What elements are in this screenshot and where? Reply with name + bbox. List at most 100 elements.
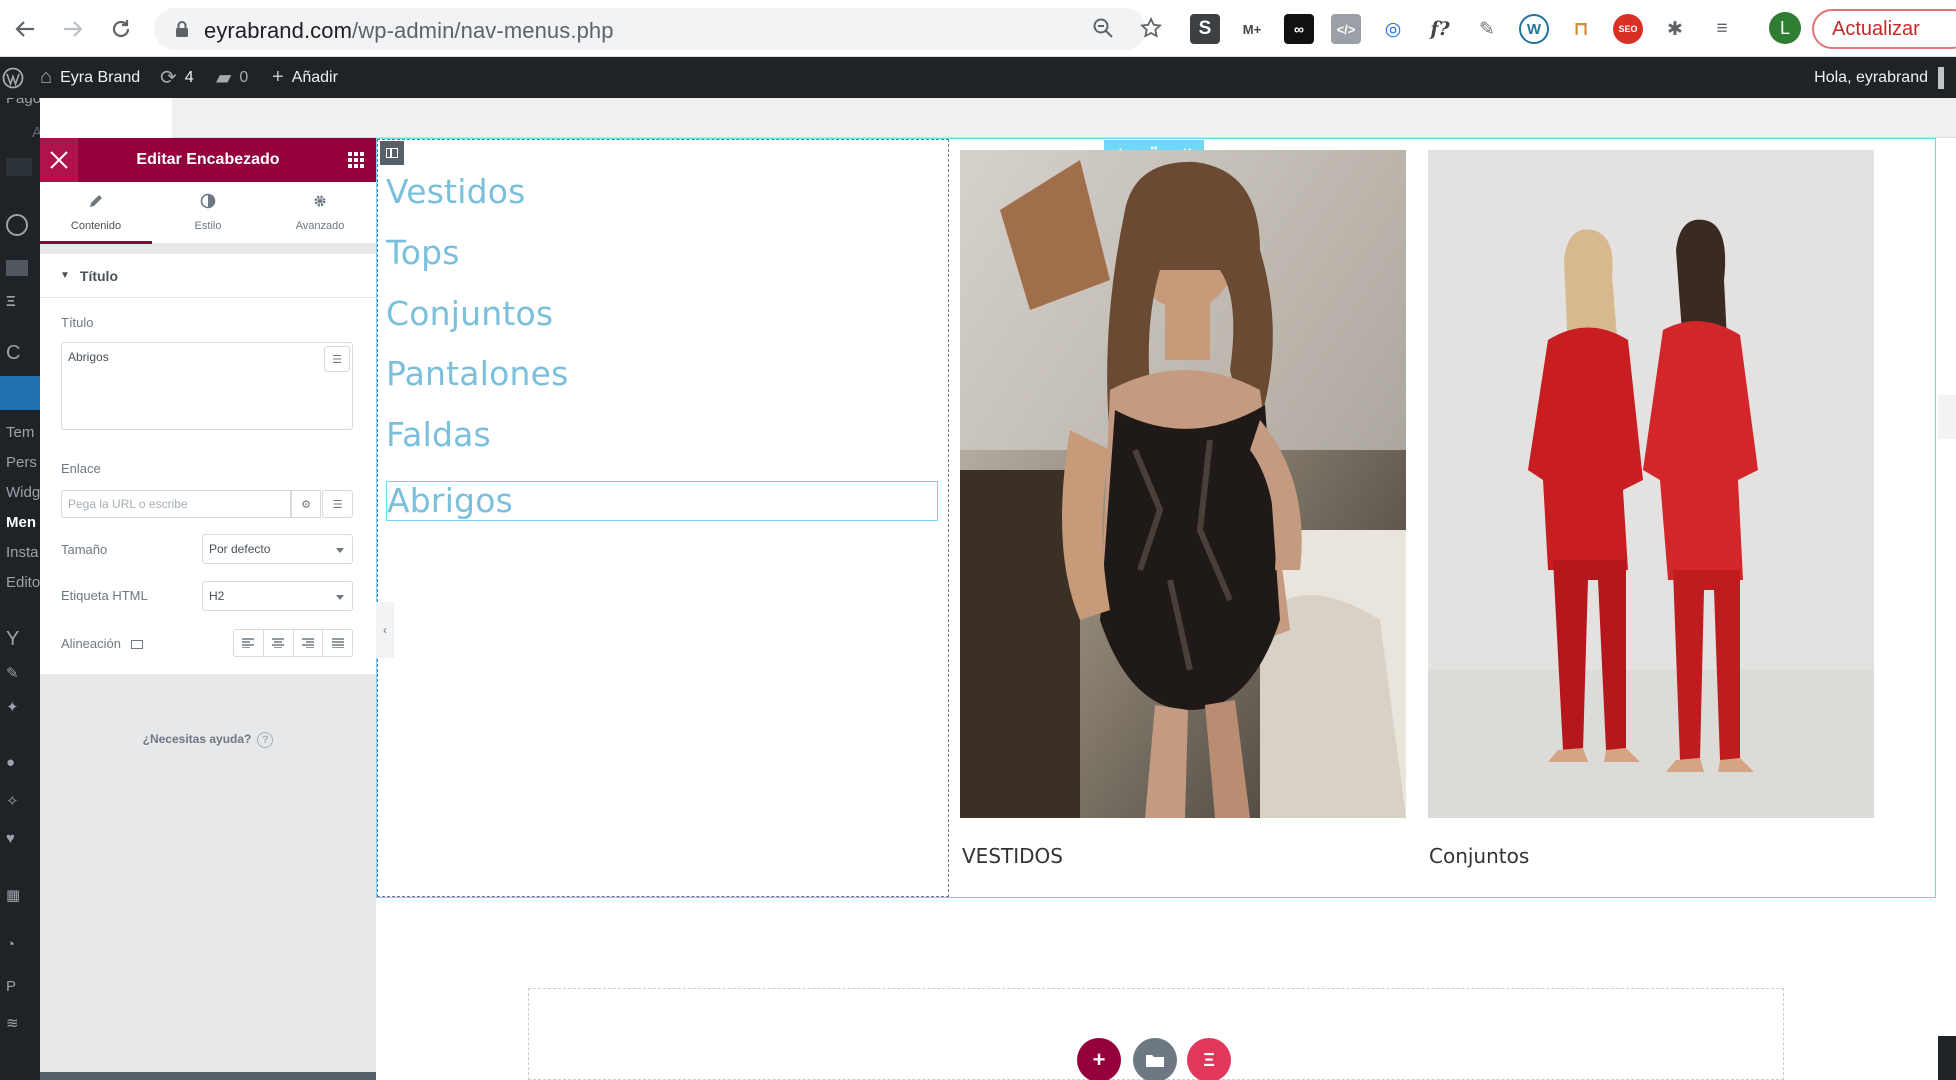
responsive-desktop-icon[interactable] bbox=[131, 640, 143, 649]
menu-heading-abrigos-selected[interactable]: Abrigos bbox=[386, 481, 938, 521]
column-handle-icon[interactable] bbox=[380, 141, 404, 165]
menu-heading-pantalones[interactable]: Pantalones bbox=[386, 354, 569, 393]
widgets-grid-icon[interactable] bbox=[348, 152, 364, 168]
contrast-icon bbox=[200, 193, 216, 214]
align-right-icon[interactable] bbox=[292, 629, 324, 657]
updates-count: 4 bbox=[184, 68, 194, 86]
sidebar-item-widgets[interactable]: Widg bbox=[6, 484, 40, 501]
sidebar-item-temas[interactable]: Tem bbox=[6, 424, 34, 441]
add-new-label: Añadir bbox=[291, 68, 338, 86]
add-template-button[interactable] bbox=[1133, 1038, 1177, 1080]
extension-wordpress-icon[interactable]: W bbox=[1519, 14, 1549, 44]
right-edge-tab bbox=[1938, 395, 1956, 439]
sidebar-layers-icon: ≋ bbox=[6, 1015, 19, 1032]
tab-estilo[interactable]: Estilo bbox=[152, 182, 264, 243]
extensions-puzzle-icon[interactable]: ✱ bbox=[1660, 14, 1690, 44]
align-center-icon[interactable] bbox=[262, 629, 294, 657]
alignment-label: Alineación bbox=[61, 636, 143, 651]
section-title: Título bbox=[79, 267, 119, 284]
sidebar-item-analisis[interactable]: Análisis bbox=[32, 124, 40, 141]
extension-font-icon[interactable]: f? bbox=[1425, 14, 1455, 44]
extension-code-icon[interactable]: </> bbox=[1331, 14, 1361, 44]
sidebar-item-personalizar[interactable]: Pers bbox=[6, 454, 37, 471]
pencil-icon bbox=[88, 193, 104, 214]
add-new-section-button[interactable]: + bbox=[1077, 1038, 1121, 1080]
updates-icon: ⟳ bbox=[160, 67, 177, 89]
zoom-icon[interactable] bbox=[1092, 17, 1114, 45]
forward-arrow-icon[interactable] bbox=[56, 12, 90, 46]
adminbar-comments[interactable]: ▰ 0 bbox=[216, 57, 248, 98]
vestidos-photo bbox=[960, 150, 1406, 818]
extension-eyedropper-icon[interactable]: ✎ bbox=[1472, 14, 1502, 44]
sidebar-tools-icon: ✧ bbox=[6, 793, 19, 810]
sidebar-circle-icon bbox=[6, 214, 28, 236]
adminbar-site[interactable]: ⌂ Eyra Brand bbox=[40, 57, 140, 98]
comments-count: 0 bbox=[239, 68, 249, 86]
alignment-buttons bbox=[233, 629, 353, 657]
caption-vestidos: VESTIDOS bbox=[962, 844, 1063, 868]
profile-avatar[interactable]: L bbox=[1769, 12, 1801, 44]
help-link[interactable]: ¿Necesitas ayuda?? bbox=[40, 732, 376, 748]
adminbar-updates[interactable]: ⟳ 4 bbox=[160, 57, 194, 98]
wp-background-strip bbox=[172, 98, 1956, 138]
title-section-toggle[interactable]: ▼ Título bbox=[40, 254, 376, 298]
align-left-icon[interactable] bbox=[233, 629, 264, 657]
collapse-panel-icon[interactable]: ‹ bbox=[376, 602, 394, 658]
dynamic-tags-icon[interactable]: ☰ bbox=[324, 346, 350, 372]
update-button[interactable]: Actualizar bbox=[1812, 9, 1956, 49]
sidebar-item-instalar[interactable]: Insta bbox=[6, 544, 39, 561]
menu-heading-faldas[interactable]: Faldas bbox=[386, 415, 491, 454]
link-dynamic-tags-icon[interactable]: ☰ bbox=[322, 490, 353, 518]
menu-heading-conjuntos[interactable]: Conjuntos bbox=[386, 294, 553, 333]
sidebar-item-editor[interactable]: Edito bbox=[6, 574, 40, 591]
extension-s-icon[interactable]: S bbox=[1190, 14, 1220, 44]
reload-icon[interactable] bbox=[104, 12, 138, 46]
panel-title: Editar Encabezado bbox=[136, 151, 280, 168]
tab-avanzado[interactable]: Avanzado bbox=[264, 182, 376, 243]
title-textarea[interactable]: Abrigos bbox=[61, 342, 353, 430]
lock-icon bbox=[176, 21, 188, 37]
tab-estilo-label: Estilo bbox=[194, 220, 222, 232]
question-icon: ? bbox=[257, 732, 274, 748]
greeting-text: Hola, eyrabrand bbox=[1814, 68, 1928, 86]
extension-infinity-icon[interactable]: ∞ bbox=[1284, 14, 1314, 44]
align-justify-icon[interactable] bbox=[322, 629, 353, 657]
corner-navigator[interactable] bbox=[1938, 1036, 1956, 1080]
link-options-gear-icon[interactable]: ⚙ bbox=[291, 490, 321, 518]
sidebar-icon bbox=[6, 158, 32, 176]
sidebar-item-pagos[interactable]: Pagos bbox=[6, 98, 40, 107]
browser-toolbar: eyrabrand.com/wp-admin/nav-menus.php S M… bbox=[0, 0, 1956, 57]
sidebar-user-icon: ● bbox=[6, 754, 16, 771]
tab-contenido[interactable]: Contenido bbox=[40, 182, 152, 244]
close-icon[interactable] bbox=[40, 138, 78, 182]
bookmark-star-icon[interactable] bbox=[1139, 16, 1163, 45]
sidebar-appearance-active[interactable] bbox=[0, 376, 40, 410]
caption-conjuntos: Conjuntos bbox=[1429, 844, 1530, 868]
menu-heading-tops[interactable]: Tops bbox=[386, 233, 460, 272]
tab-contenido-label: Contenido bbox=[70, 220, 122, 232]
address-bar[interactable]: eyrabrand.com/wp-admin/nav-menus.php bbox=[154, 8, 1163, 50]
extension-seo-icon[interactable]: SEO bbox=[1613, 14, 1643, 44]
adminbar-account[interactable]: Hola, eyrabrand bbox=[1814, 57, 1944, 98]
sidebar-yoast-icon: Y bbox=[6, 628, 20, 650]
size-label: Tamaño bbox=[61, 542, 108, 557]
account-avatar bbox=[1938, 66, 1944, 89]
wordpress-logo-icon[interactable] bbox=[2, 57, 24, 98]
adminbar-add-new[interactable]: + Añadir bbox=[272, 57, 338, 98]
elementskit-button[interactable]: Ξ bbox=[1187, 1038, 1231, 1080]
site-name: Eyra Brand bbox=[60, 68, 141, 86]
sidebar-item-menus[interactable]: Men bbox=[6, 514, 36, 531]
sidebar-folder-icon bbox=[6, 260, 28, 276]
media-queue-icon[interactable]: ≡ bbox=[1707, 14, 1737, 44]
html-tag-select[interactable]: H2 bbox=[202, 581, 353, 611]
menu-heading-vestidos[interactable]: Vestidos bbox=[386, 172, 526, 211]
extension-tools-icon[interactable]: ⊓ bbox=[1566, 14, 1596, 44]
back-arrow-icon[interactable] bbox=[8, 12, 42, 46]
size-select[interactable]: Por defecto bbox=[202, 534, 353, 564]
link-url-input[interactable]: Pega la URL o escribe bbox=[61, 490, 291, 518]
extension-movistar-icon[interactable]: M+ bbox=[1237, 14, 1267, 44]
caret-down-icon: ▼ bbox=[60, 270, 70, 281]
sidebar-brush-icon: ✎ bbox=[6, 665, 19, 682]
panel-tabs: Contenido Estilo Avanzado bbox=[40, 182, 376, 244]
extension-target-icon[interactable]: ◎ bbox=[1378, 14, 1408, 44]
